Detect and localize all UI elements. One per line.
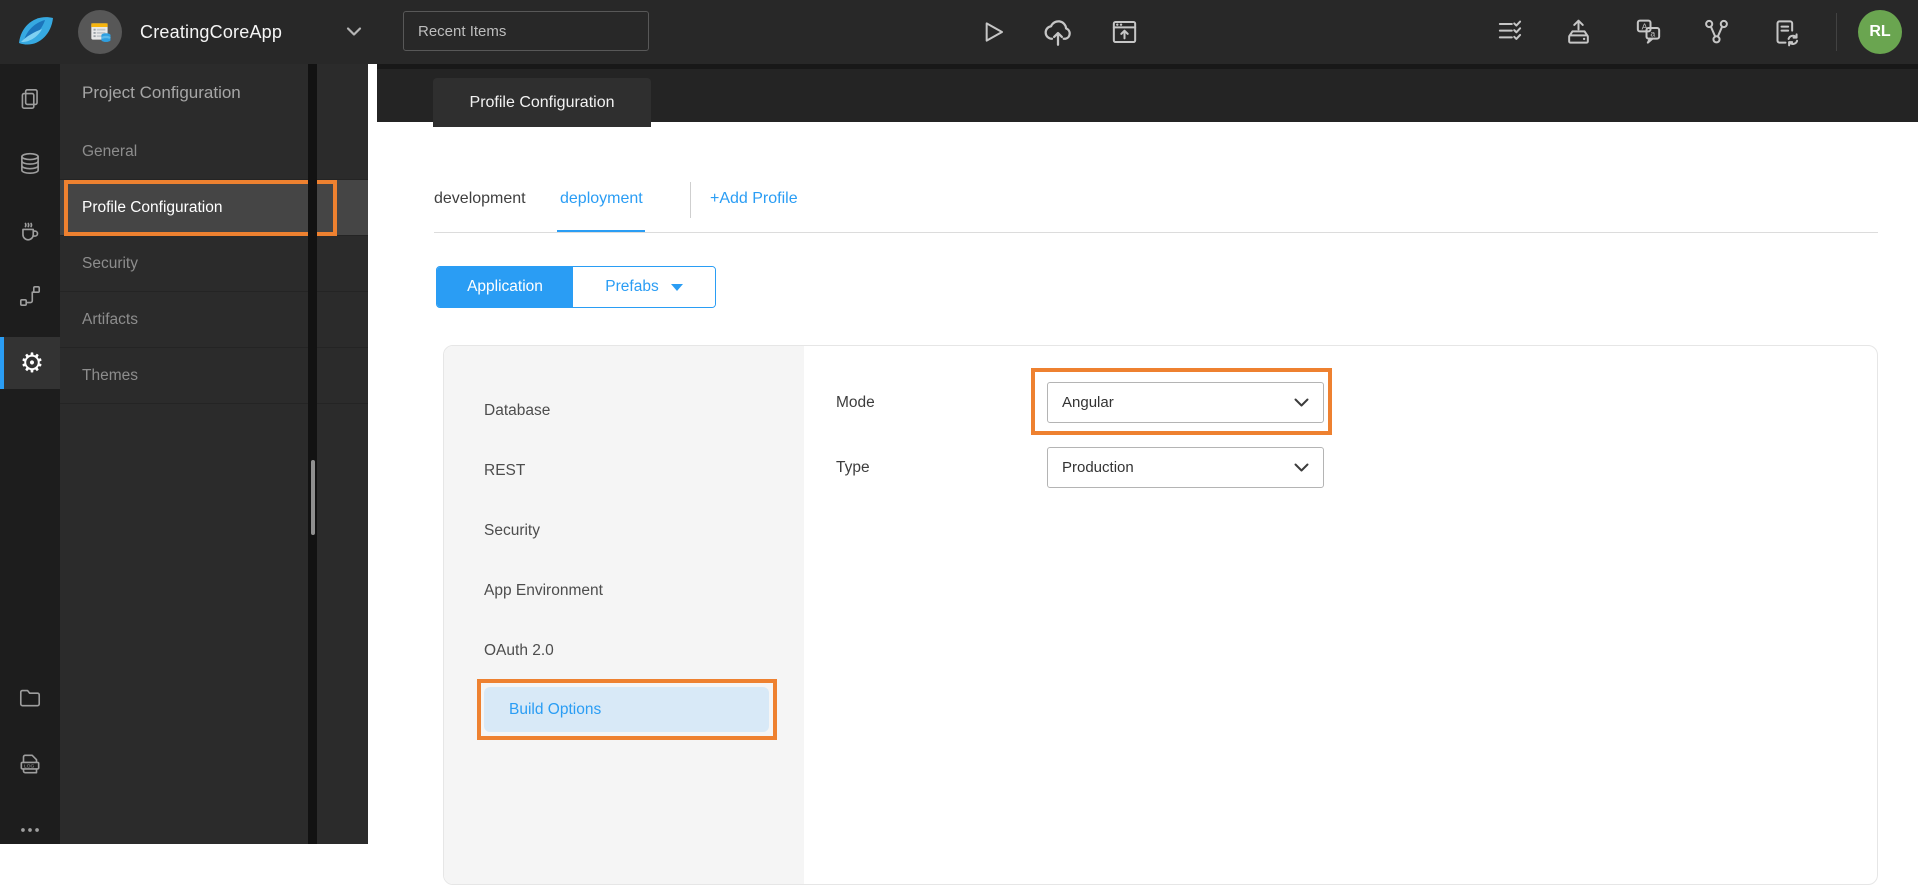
highlight-box-mode-select bbox=[1031, 368, 1332, 435]
application-toggle-button[interactable]: Application bbox=[437, 267, 573, 307]
file-sync-icon[interactable] bbox=[1769, 16, 1802, 48]
add-profile-button[interactable]: +Add Profile bbox=[710, 190, 798, 208]
panel-item-themes[interactable]: Themes bbox=[60, 348, 368, 404]
prefabs-toggle-button[interactable]: Prefabs bbox=[573, 267, 715, 307]
top-bar: CreatingCoreApp Recent Items A a RL bbox=[0, 0, 1918, 64]
panel-scrollbar-thumb[interactable] bbox=[310, 460, 315, 535]
localization-icon[interactable]: A a bbox=[1632, 16, 1665, 48]
tab-separator bbox=[690, 182, 691, 218]
version-control-icon[interactable] bbox=[1700, 16, 1733, 48]
project-avatar-icon[interactable] bbox=[78, 10, 122, 54]
logs-icon[interactable]: LOG bbox=[0, 738, 60, 790]
orchestration-icon[interactable] bbox=[0, 270, 60, 322]
deploy-checklist-icon[interactable] bbox=[1494, 16, 1527, 48]
user-initials: RL bbox=[1869, 23, 1891, 40]
database-icon[interactable] bbox=[0, 138, 60, 190]
tabs-bottom-rule bbox=[434, 232, 1878, 233]
type-select-chevron-icon bbox=[1294, 463, 1309, 472]
settings-icon[interactable]: ⚙ bbox=[0, 337, 60, 389]
nav-item-oauth[interactable]: OAuth 2.0 bbox=[444, 621, 804, 681]
tab-profile-configuration[interactable]: Profile Configuration bbox=[433, 78, 651, 127]
profile-tab-deployment[interactable]: deployment bbox=[560, 190, 643, 208]
cloud-deploy-icon[interactable] bbox=[1040, 14, 1076, 50]
main-content: development deployment +Add Profile Appl… bbox=[377, 122, 1918, 885]
log-icon-text: LOG bbox=[24, 764, 35, 770]
pages-icon[interactable] bbox=[0, 73, 60, 125]
left-icon-rail: ⚙ LOG bbox=[0, 64, 60, 844]
type-select[interactable]: Production bbox=[1047, 447, 1324, 488]
user-avatar[interactable]: RL bbox=[1858, 10, 1902, 54]
nav-item-security[interactable]: Security bbox=[444, 501, 804, 561]
document-tab-bar: Profile Configuration bbox=[377, 64, 1918, 127]
recent-items-input[interactable] bbox=[403, 11, 649, 51]
highlight-box-profile-configuration bbox=[64, 180, 337, 236]
nav-item-rest[interactable]: REST bbox=[444, 441, 804, 501]
panel-item-general[interactable]: General bbox=[60, 124, 368, 180]
svg-text:a: a bbox=[1650, 29, 1655, 39]
panel-title: Project Configuration bbox=[82, 83, 241, 102]
settings-nav: Database REST Security App Environment O… bbox=[444, 346, 804, 884]
nav-item-database[interactable]: Database bbox=[444, 381, 804, 441]
scope-toggle-group: Application Prefabs bbox=[436, 266, 716, 308]
panel-item-security[interactable]: Security bbox=[60, 236, 368, 292]
nav-item-app-environment[interactable]: App Environment bbox=[444, 561, 804, 621]
type-select-value: Production bbox=[1062, 459, 1134, 476]
wavemaker-logo-icon[interactable] bbox=[12, 9, 58, 55]
highlight-box-build-options bbox=[477, 679, 777, 740]
java-services-icon[interactable] bbox=[0, 204, 60, 256]
run-icon[interactable] bbox=[976, 15, 1008, 49]
gear-glyph: ⚙ bbox=[19, 347, 45, 378]
profile-tab-development[interactable]: development bbox=[434, 190, 526, 208]
publish-icon[interactable] bbox=[1108, 16, 1141, 48]
project-switcher-chevron-icon[interactable] bbox=[344, 25, 364, 39]
type-label: Type bbox=[836, 459, 870, 476]
project-name[interactable]: CreatingCoreApp bbox=[140, 0, 282, 64]
settings-card: Database REST Security App Environment O… bbox=[443, 345, 1878, 885]
more-icon[interactable] bbox=[0, 804, 60, 856]
panel-item-artifacts[interactable]: Artifacts bbox=[60, 292, 368, 348]
header-divider bbox=[1836, 13, 1837, 51]
project-config-panel: Project Configuration General Profile Co… bbox=[60, 64, 368, 844]
mode-label: Mode bbox=[836, 394, 875, 411]
prefabs-caret-icon bbox=[670, 283, 683, 291]
export-icon[interactable] bbox=[1562, 16, 1595, 48]
panel-scrollbar-track[interactable] bbox=[308, 64, 317, 844]
folder-icon[interactable] bbox=[0, 671, 60, 723]
